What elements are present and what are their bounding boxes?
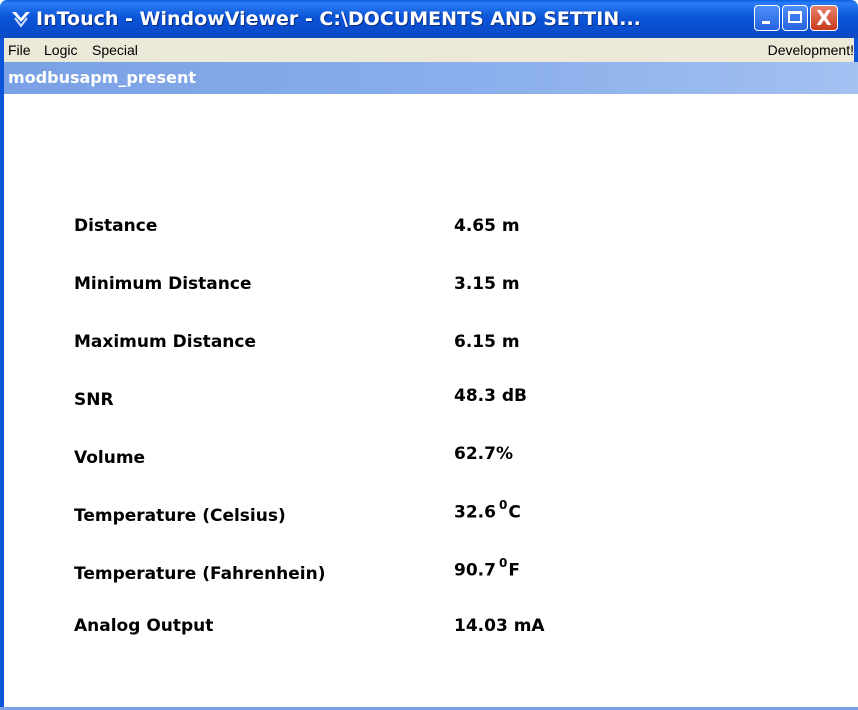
value-maximum-distance: 6.15 m	[454, 332, 520, 352]
label-distance: Distance	[74, 216, 158, 236]
degree-superscript: 0	[498, 556, 508, 570]
value-minimum-distance: 3.15 m	[454, 274, 520, 294]
menu-logic[interactable]: Logic	[44, 42, 77, 58]
title-bar[interactable]: InTouch - WindowViewer - C:\DOCUMENTS AN…	[0, 0, 858, 38]
close-icon: X	[816, 6, 832, 30]
value-volume: 62.7%	[454, 444, 513, 464]
value-temperature-celsius: 32.6 0C	[454, 498, 521, 523]
menu-special[interactable]: Special	[92, 42, 138, 58]
label-analog-output: Analog Output	[74, 616, 214, 636]
inner-window-caption: modbusapm_present	[0, 62, 858, 94]
maximize-button[interactable]	[782, 5, 808, 31]
label-temperature-celsius: Temperature (Celsius)	[74, 506, 286, 526]
value-distance: 4.65 m	[454, 216, 520, 236]
value-snr: 48.3 dB	[454, 386, 527, 406]
label-snr: SNR	[74, 390, 114, 410]
temperature-celsius-number: 32.6	[454, 502, 496, 523]
degree-superscript: 0	[498, 498, 508, 512]
label-volume: Volume	[74, 448, 146, 468]
minimize-icon	[762, 21, 770, 24]
value-temperature-fahrenheit: 90.7 0F	[454, 556, 520, 581]
temperature-fahrenheit-number: 90.7	[454, 560, 496, 581]
temperature-celsius-unit: C	[508, 502, 521, 523]
label-maximum-distance: Maximum Distance	[74, 332, 256, 352]
close-button[interactable]: X	[810, 5, 838, 31]
client-area: Distance 4.65 m Minimum Distance 3.15 m …	[0, 94, 858, 710]
label-temperature-fahrenheit: Temperature (Fahrenhein)	[74, 564, 326, 584]
label-minimum-distance: Minimum Distance	[74, 274, 252, 294]
value-analog-output: 14.03 mA	[454, 616, 545, 636]
menu-development[interactable]: Development!	[768, 42, 854, 58]
intouch-app-icon	[12, 12, 30, 28]
maximize-icon	[788, 11, 802, 23]
window-title: InTouch - WindowViewer - C:\DOCUMENTS AN…	[36, 8, 641, 30]
minimize-button[interactable]	[754, 5, 780, 31]
inner-window-title: modbusapm_present	[8, 68, 197, 87]
menu-bar: File Logic Special Development!	[0, 38, 858, 62]
temperature-fahrenheit-unit: F	[508, 560, 520, 581]
menu-file[interactable]: File	[8, 42, 31, 58]
